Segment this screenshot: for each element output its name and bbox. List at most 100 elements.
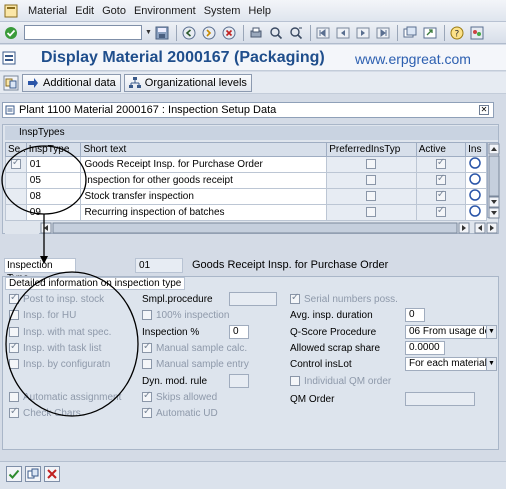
- cancel-icon[interactable]: [44, 466, 60, 482]
- help-icon[interactable]: ?: [448, 24, 466, 42]
- manual-sample-calc-checkbox[interactable]: Manual sample calc.: [142, 341, 247, 355]
- column-header-ins[interactable]: Ins: [465, 142, 487, 157]
- vertical-scrollbar[interactable]: [487, 142, 500, 219]
- control-inslot-select[interactable]: For each material ▼: [405, 357, 497, 371]
- control-inslot-label: Control insLot: [290, 359, 352, 370]
- menu-goto[interactable]: Goto: [98, 5, 130, 17]
- layout-icon[interactable]: [468, 24, 486, 42]
- post-to-insp-stock-checkbox[interactable]: Post to insp. stock: [9, 292, 104, 306]
- allowed-scrap-share-field[interactable]: 0.0000: [405, 341, 445, 355]
- column-header-insp-type[interactable]: InspType: [25, 142, 82, 157]
- row-selector[interactable]: [5, 188, 27, 205]
- next-page-icon[interactable]: [354, 24, 372, 42]
- individual-qm-order-checkbox[interactable]: Individual QM order: [290, 376, 391, 388]
- print-icon[interactable]: [247, 24, 265, 42]
- organizational-levels-button[interactable]: Organizational levels: [123, 73, 252, 92]
- row-selector[interactable]: [5, 204, 27, 221]
- insp-with-task-list-checkbox[interactable]: Insp. with task list: [9, 341, 101, 355]
- table-row[interactable]: 08 Stock transfer inspection: [5, 188, 487, 205]
- details-icon[interactable]: [469, 157, 481, 169]
- row-selector[interactable]: [5, 156, 27, 173]
- menu-environment[interactable]: Environment: [130, 5, 200, 17]
- qm-order-field[interactable]: [405, 392, 475, 406]
- automatic-assignment-checkbox[interactable]: Automatic assignment: [9, 392, 121, 404]
- dyn-mod-rule-field[interactable]: [229, 374, 249, 388]
- table-row[interactable]: 05 Inspection for other goods receipt: [5, 172, 487, 189]
- exit-icon[interactable]: [200, 24, 218, 42]
- ins-cell[interactable]: [465, 188, 487, 205]
- menu-material[interactable]: Material: [24, 5, 71, 17]
- q-score-procedure-select[interactable]: 06 From usage dec ▼: [405, 325, 497, 339]
- checkbox-icon: [142, 390, 152, 403]
- cancel-icon[interactable]: [220, 24, 238, 42]
- checkbox-icon: [290, 292, 300, 305]
- ins-cell[interactable]: [465, 156, 487, 173]
- details-icon[interactable]: [469, 189, 481, 201]
- avg-insp-duration-field[interactable]: 0: [405, 308, 425, 322]
- back-icon[interactable]: [180, 24, 198, 42]
- menu-system[interactable]: System: [200, 5, 245, 17]
- ins-cell[interactable]: [465, 172, 487, 189]
- details-icon[interactable]: [469, 205, 481, 217]
- additional-data-button[interactable]: Additional data: [22, 73, 121, 92]
- command-history-dropdown-icon[interactable]: ▼: [144, 26, 153, 40]
- skips-allowed-checkbox[interactable]: Skips allowed: [142, 390, 217, 404]
- details-icon[interactable]: [469, 173, 481, 185]
- row-checkbox[interactable]: [10, 157, 21, 170]
- menu-help[interactable]: Help: [244, 5, 275, 17]
- inspection-percent-field[interactable]: 0: [229, 325, 249, 339]
- checkbox-icon: [9, 392, 19, 403]
- checkbox-icon: [290, 376, 300, 387]
- last-page-icon[interactable]: [374, 24, 392, 42]
- select-views-icon[interactable]: [2, 74, 20, 92]
- manual-sample-entry-checkbox[interactable]: Manual sample entry: [142, 359, 249, 371]
- column-header-select[interactable]: Se..: [5, 142, 27, 157]
- new-session-icon[interactable]: [401, 24, 419, 42]
- first-page-icon[interactable]: [314, 24, 332, 42]
- insp-for-hu-checkbox[interactable]: Insp. for HU: [9, 310, 76, 322]
- insp-by-configuratn-checkbox[interactable]: Insp. by configuratn: [9, 359, 110, 371]
- row-selector[interactable]: [5, 172, 27, 189]
- enter-icon[interactable]: [2, 24, 20, 42]
- org-hierarchy-icon: [128, 76, 141, 88]
- prev-page-icon[interactable]: [334, 24, 352, 42]
- continue-icon[interactable]: [6, 466, 22, 482]
- active-cell: [415, 188, 467, 205]
- copy-icon[interactable]: [25, 466, 41, 482]
- command-field[interactable]: [24, 25, 142, 40]
- table-row[interactable]: 09 Recurring inspection of batches: [5, 204, 487, 221]
- insp-types-title: InspTypes: [5, 126, 498, 140]
- chevron-down-icon[interactable]: ▼: [486, 358, 496, 370]
- shortcut-icon[interactable]: [421, 24, 439, 42]
- hundred-percent-inspection-checkbox[interactable]: 100% inspection: [142, 310, 229, 322]
- horizontal-scrollbar[interactable]: [5, 222, 499, 234]
- serial-numbers-checkbox[interactable]: Serial numbers poss.: [290, 292, 398, 306]
- ins-cell[interactable]: [465, 204, 487, 221]
- smpl-procedure-field[interactable]: [229, 292, 277, 306]
- window-menu-icon[interactable]: [4, 4, 18, 18]
- checkbox-icon: [9, 310, 19, 321]
- column-header-short-text[interactable]: Short text: [80, 142, 328, 157]
- checkbox-icon: [142, 341, 152, 354]
- column-header-active[interactable]: Active: [415, 142, 467, 157]
- inspection-setup-header: Plant 1100 Material 2000167 : Inspection…: [2, 102, 494, 118]
- close-icon[interactable]: ✕: [479, 105, 489, 115]
- checkbox-icon: [142, 359, 152, 370]
- avg-insp-duration-label: Avg. insp. duration: [290, 310, 373, 321]
- save-icon[interactable]: [153, 24, 171, 42]
- insp-with-mat-spec-checkbox[interactable]: Insp. with mat spec.: [9, 327, 111, 339]
- column-header-preferred[interactable]: PreferredInsTyp: [326, 142, 417, 157]
- check-chars-checkbox[interactable]: Check Chars: [9, 406, 81, 420]
- inspection-type-description: Goods Receipt Insp. for Purchase Order: [192, 259, 389, 271]
- toolbar-separator: [176, 24, 177, 41]
- checkbox-label: Automatic UD: [156, 408, 218, 419]
- find-icon[interactable]: [267, 24, 285, 42]
- preferred-cell: [326, 204, 417, 221]
- automatic-ud-checkbox[interactable]: Automatic UD: [142, 406, 218, 420]
- menu-edit[interactable]: Edit: [71, 5, 98, 17]
- table-row[interactable]: 01 Goods Receipt Insp. for Purchase Orde…: [5, 156, 487, 173]
- find-next-icon[interactable]: [287, 24, 305, 42]
- detail-group-title: Detailed information on inspection type: [5, 277, 186, 290]
- chevron-down-icon[interactable]: ▼: [486, 326, 496, 338]
- application-toolbar: Additional data Organizational levels: [0, 72, 506, 94]
